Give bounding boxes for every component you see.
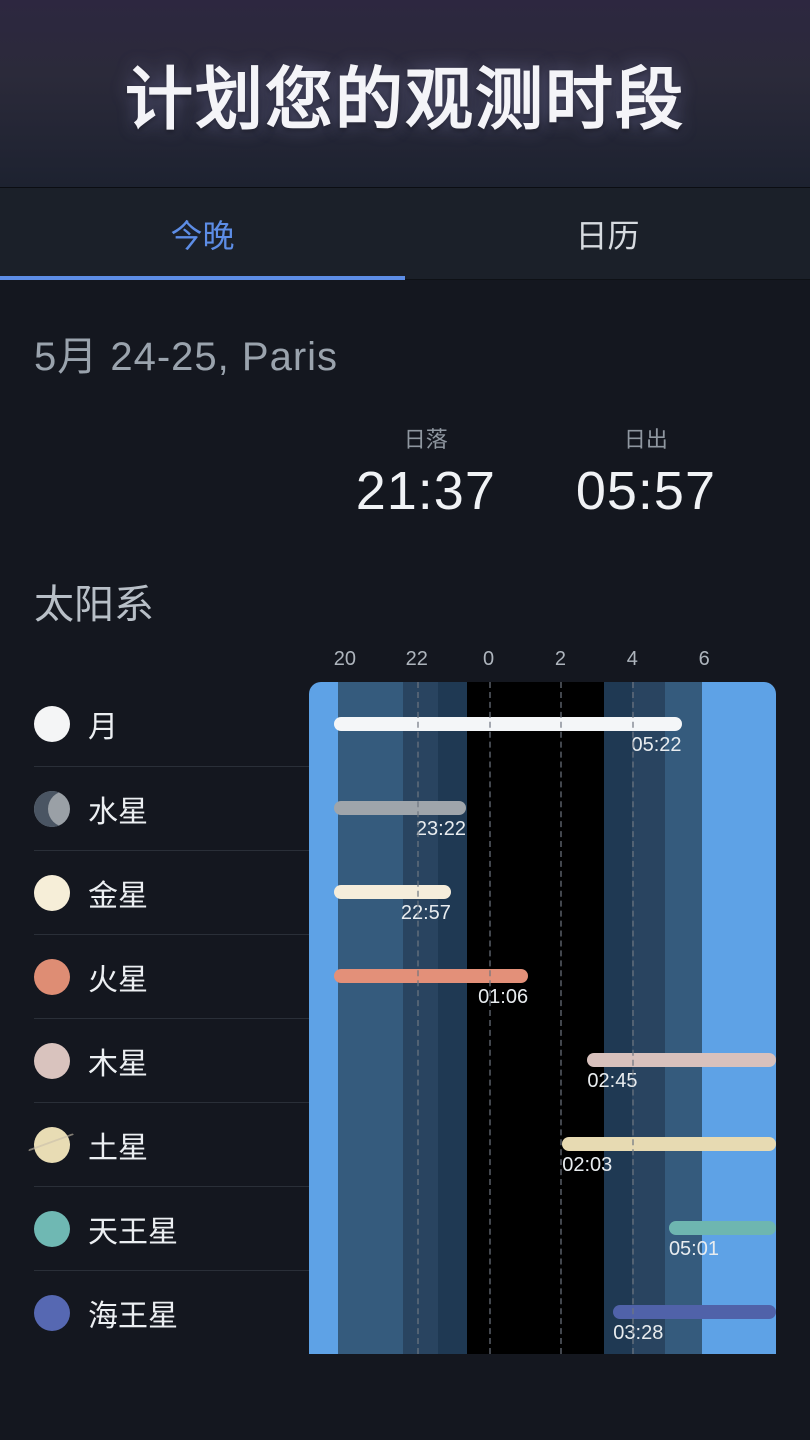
visibility-bar: [669, 1221, 776, 1235]
tab-bar: 今晚 日历: [0, 188, 810, 280]
timeline-row: 01:06: [309, 934, 776, 1018]
visibility-bar: [613, 1305, 776, 1319]
gridline: [560, 682, 562, 1354]
axis-tick: 2: [555, 648, 566, 671]
gridline: [632, 682, 634, 1354]
timeline-row: 02:03: [309, 1102, 776, 1186]
body-row[interactable]: 水星: [34, 766, 309, 850]
planet-name: 火星: [88, 955, 148, 999]
planet-name: 海王星: [88, 1291, 178, 1335]
planet-icon: [34, 791, 70, 827]
timeline-row: 05:22: [309, 682, 776, 766]
timeline-row: 22:57: [309, 850, 776, 934]
timeline-row: 23:22: [309, 766, 776, 850]
visibility-bar: [334, 717, 681, 731]
visibility-time-label: 02:45: [587, 1070, 637, 1093]
promo-title: 计划您的观测时段: [125, 44, 685, 143]
tab-calendar[interactable]: 日历: [405, 188, 810, 279]
visibility-bar: [562, 1137, 776, 1151]
body-row[interactable]: 天王星: [34, 1186, 309, 1270]
timeline-grid: 05:22 23:22 22:57 01:06 02:45 02:03 05:01 03:28: [309, 682, 776, 1354]
visibility-bar: [334, 801, 466, 815]
body-row[interactable]: 金星: [34, 850, 309, 934]
visibility-time-label: 01:06: [478, 986, 528, 1009]
body-row[interactable]: 海王星: [34, 1270, 309, 1354]
planet-name: 月: [88, 702, 118, 746]
sunset-label: 日落: [356, 422, 496, 454]
content: 5月 24-25, Paris 日落 21:37 日出 05:57 太阳系 月水…: [0, 280, 810, 1354]
sunrise-time: 05:57: [576, 460, 716, 522]
planet-name: 木星: [88, 1039, 148, 1083]
planet-icon: [34, 1127, 70, 1163]
visibility-time-label: 22:57: [401, 902, 451, 925]
visibility-time-label: 05:01: [669, 1238, 719, 1261]
body-row[interactable]: 月: [34, 682, 309, 766]
body-labels-column: 月水星金星火星木星土星天王星海王星: [34, 648, 309, 1354]
timeline-row: 05:01: [309, 1186, 776, 1270]
sun-times: 日落 21:37 日出 05:57: [34, 422, 776, 522]
timeline-chart: 月水星金星火星木星土星天王星海王星 20 22 0 2 4 6 05:22 23:22 22:…: [34, 648, 776, 1354]
visibility-time-label: 23:22: [416, 818, 466, 841]
sunset-time: 21:37: [356, 460, 496, 522]
visibility-bar: [587, 1053, 776, 1067]
timeline-column: 20220246 05:2223:2222:5701:0602:4502:030…: [309, 648, 776, 1354]
sunrise-label: 日出: [576, 422, 716, 454]
planet-icon: [34, 706, 70, 742]
planet-name: 金星: [88, 871, 148, 915]
body-row[interactable]: 木星: [34, 1018, 309, 1102]
body-row[interactable]: 土星: [34, 1102, 309, 1186]
tab-tonight[interactable]: 今晚: [0, 188, 405, 279]
planet-icon: [34, 1295, 70, 1331]
body-row[interactable]: 火星: [34, 934, 309, 1018]
planet-name: 水星: [88, 787, 148, 831]
sunrise-block: 日出 05:57: [576, 422, 716, 522]
visibility-time-label: 05:22: [631, 734, 681, 757]
axis-tick: 6: [699, 648, 710, 671]
planet-name: 土星: [88, 1123, 148, 1167]
section-title: 太阳系: [34, 572, 776, 630]
axis-tick: 0: [483, 648, 494, 671]
planet-icon: [34, 959, 70, 995]
planet-name: 天王星: [88, 1207, 178, 1251]
axis-tick: 4: [627, 648, 638, 671]
visibility-time-label: 03:28: [613, 1322, 663, 1345]
promo-header: 计划您的观测时段: [0, 0, 810, 188]
planet-icon: [34, 875, 70, 911]
visibility-bar: [334, 885, 451, 899]
time-axis: 20 22 0 2 4 6: [309, 648, 776, 682]
timeline-row: 03:28: [309, 1270, 776, 1354]
gridline: [417, 682, 419, 1354]
planet-icon: [34, 1043, 70, 1079]
tab-calendar-label: 日历: [575, 211, 639, 257]
date-location: 5月 24-25, Paris: [34, 324, 776, 382]
planet-icon: [34, 1211, 70, 1247]
visibility-bar: [334, 969, 528, 983]
tab-tonight-label: 今晚: [170, 211, 234, 257]
gridline: [489, 682, 491, 1354]
sunset-block: 日落 21:37: [356, 422, 496, 522]
axis-tick: 20: [334, 648, 356, 671]
timeline-row: 02:45: [309, 1018, 776, 1102]
axis-tick: 22: [406, 648, 428, 671]
visibility-time-label: 02:03: [562, 1154, 612, 1177]
